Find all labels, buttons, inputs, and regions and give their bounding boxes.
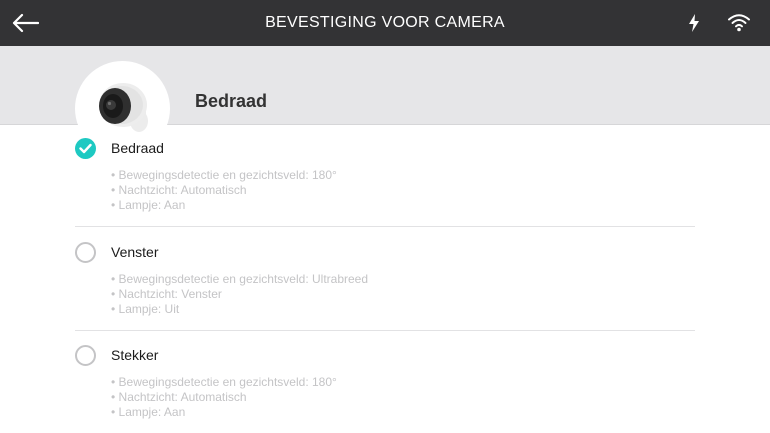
page-title: BEVESTIGING VOOR CAMERA bbox=[265, 14, 505, 31]
option-details: • Bewegingsdetectie en gezichtsveld: 180… bbox=[111, 168, 337, 213]
mount-option-bedraad[interactable]: Bedraad • Bewegingsdetectie en gezichtsv… bbox=[75, 138, 695, 216]
mount-summary: Bedraad bbox=[0, 46, 770, 156]
mount-option-stekker[interactable]: Stekker • Bewegingsdetectie en gezichtsv… bbox=[75, 345, 695, 425]
detail-line: • Nachtzicht: Automatisch bbox=[111, 183, 247, 197]
option-title: Venster bbox=[111, 244, 159, 260]
checkmark-icon bbox=[79, 143, 92, 154]
bolt-icon bbox=[689, 14, 699, 32]
top-bar: BEVESTIGING VOOR CAMERA bbox=[0, 0, 770, 46]
detail-line: • Lampje: Aan bbox=[111, 198, 186, 212]
selected-mount-label: Bedraad bbox=[195, 91, 268, 111]
detail-line: • Bewegingsdetectie en gezichtsveld: 180… bbox=[111, 375, 337, 389]
option-title: Bedraad bbox=[111, 140, 164, 156]
mount-option-venster[interactable]: Venster • Bewegingsdetectie en gezichtsv… bbox=[75, 242, 695, 320]
option-title: Stekker bbox=[111, 347, 159, 363]
detail-line: • Lampje: Uit bbox=[111, 302, 180, 316]
radio-selected[interactable] bbox=[75, 138, 96, 159]
detail-line: • Nachtzicht: Automatisch bbox=[111, 390, 247, 404]
divider bbox=[75, 330, 695, 331]
option-details: • Bewegingsdetectie en gezichtsveld: 180… bbox=[111, 375, 337, 420]
option-details: • Bewegingsdetectie en gezichtsveld: Ult… bbox=[111, 272, 368, 317]
detail-line: • Lampje: Aan bbox=[111, 405, 186, 419]
detail-line: • Bewegingsdetectie en gezichtsveld: 180… bbox=[111, 168, 337, 182]
radio-unselected[interactable] bbox=[75, 242, 96, 263]
divider bbox=[75, 226, 695, 227]
radio-unselected[interactable] bbox=[75, 345, 96, 366]
detail-line: • Bewegingsdetectie en gezichtsveld: Ult… bbox=[111, 272, 369, 286]
detail-line: • Nachtzicht: Venster bbox=[111, 287, 222, 301]
wifi-icon bbox=[728, 14, 750, 32]
